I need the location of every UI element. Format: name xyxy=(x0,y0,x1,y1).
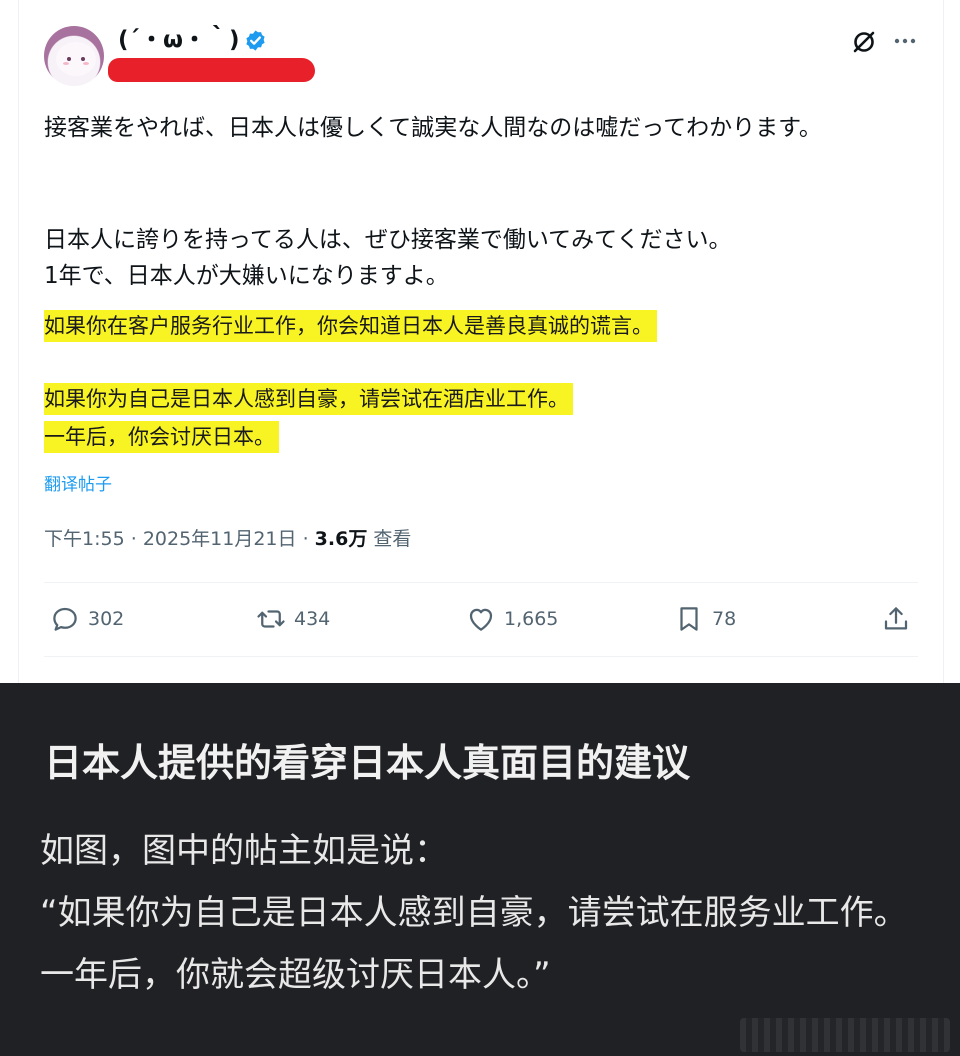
tweet-paragraph-2-line-1: 日本人に誇りを持ってる人は、ぜひ接客業で働いてみてください。 xyxy=(44,227,732,253)
caption-body: 如图，图中的帖主如是说： “如果你为自己是日本人感到自豪，请尝试在服务业工作。一… xyxy=(40,820,930,1006)
repost-button[interactable]: 434 xyxy=(256,600,330,638)
meta-separator: · xyxy=(302,528,309,550)
share-icon xyxy=(884,607,908,630)
avatar[interactable] xyxy=(44,26,104,86)
reply-button[interactable]: 302 xyxy=(50,600,124,638)
tweet-paragraph-1: 接客業をやれば、日本人は優しくて誠実な人間なのは嘘だってわかります。 xyxy=(44,115,822,141)
more-icon[interactable] xyxy=(892,30,918,52)
divider xyxy=(44,656,918,657)
highlighted-translation-line: 一年后，你会讨厌日本。 xyxy=(44,421,279,453)
tweet-card: (´・ω・｀) 接客業をやれば、日本人は優しくて誠実な人間なのは嘘だってわかりま… xyxy=(0,0,960,683)
highlighted-translation-line: 如果你为自己是日本人感到自豪，请尝试在酒店业工作。 xyxy=(44,383,573,415)
repost-count: 434 xyxy=(294,608,331,630)
caption-line-1: 如图，图中的帖主如是说： xyxy=(40,831,448,871)
avatar-face xyxy=(56,42,96,76)
grok-icon[interactable] xyxy=(850,28,878,56)
avatar-eye xyxy=(67,57,71,61)
views-label: 查看 xyxy=(373,528,412,550)
translate-post-link[interactable]: 翻译帖子 xyxy=(44,470,112,495)
bookmark-button[interactable]: 78 xyxy=(674,600,736,638)
verified-badge-icon xyxy=(246,30,265,51)
post-date[interactable]: 2025年11月21日 xyxy=(143,528,297,550)
bookmark-icon xyxy=(680,607,698,631)
meta-separator: · xyxy=(130,528,137,550)
avatar-blush xyxy=(83,62,89,65)
watermark xyxy=(740,1018,950,1052)
like-icon xyxy=(469,608,493,631)
tweet-paragraph-2: 日本人に誇りを持ってる人は、ぜひ接客業で働いてみてください。 1年で、日本人が大… xyxy=(44,222,904,294)
repost-icon xyxy=(257,610,285,628)
highlighted-translation-line: 如果你在客户服务行业工作，你会知道日本人是善良真诚的谎言。 xyxy=(44,310,657,342)
bookmark-count: 78 xyxy=(712,608,737,630)
tweet-paragraph-2-line-2: 1年で、日本人が大嫌いになりますよ。 xyxy=(44,263,449,289)
reply-icon xyxy=(53,607,77,631)
like-button[interactable]: 1,665 xyxy=(466,600,558,638)
avatar-blush xyxy=(63,62,69,65)
share-button[interactable] xyxy=(881,600,911,638)
views-count: 3.6万 xyxy=(314,528,368,550)
reply-count: 302 xyxy=(88,608,125,630)
avatar-eye xyxy=(81,57,85,61)
tweet-metadata: 下午1:55 · 2025年11月21日 · 3.6万 查看 xyxy=(44,524,411,554)
divider xyxy=(44,582,918,583)
like-count: 1,665 xyxy=(504,608,559,630)
display-name[interactable]: (´・ω・｀) xyxy=(118,24,240,56)
post-time[interactable]: 下午1:55 xyxy=(44,528,125,550)
caption-line-2: “如果你为自己是日本人感到自豪，请尝试在服务业工作。一年后，你就会超级讨厌日本人… xyxy=(40,893,908,995)
redacted-handle xyxy=(108,58,315,82)
caption-headline: 日本人提供的看穿日本人真面目的建议 xyxy=(44,741,691,785)
